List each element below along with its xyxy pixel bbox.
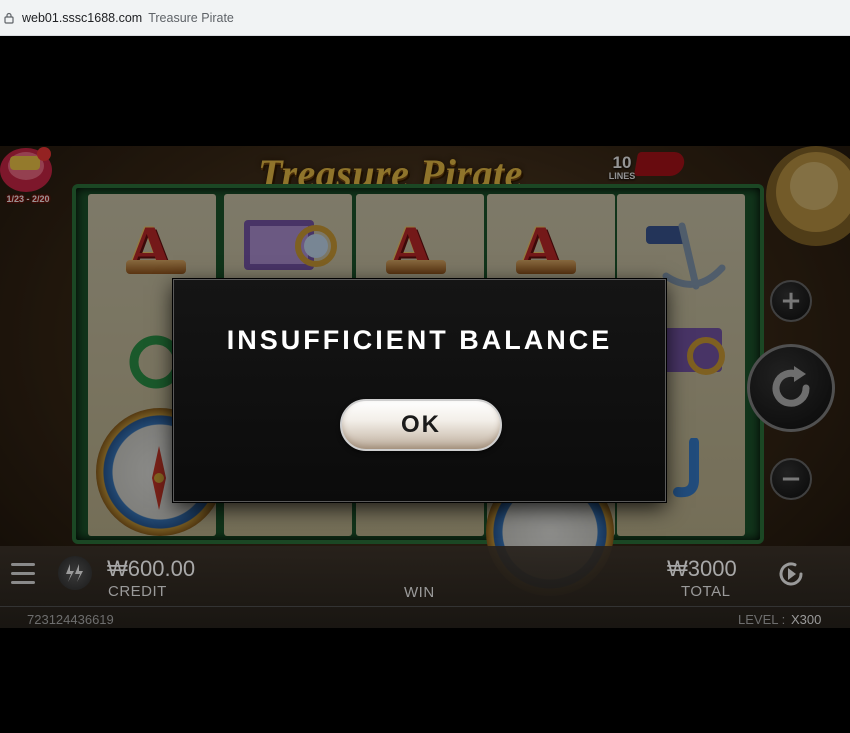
total-bet-amount[interactable]: ₩3000 xyxy=(667,556,737,582)
insufficient-balance-dialog: INSUFFICIENT BALANCE OK xyxy=(173,279,666,502)
lightning-icon xyxy=(66,564,83,582)
hud-divider xyxy=(0,606,850,607)
level-label: LEVEL : xyxy=(738,612,786,627)
credit-amount: ₩600.00 xyxy=(107,556,196,581)
menu-icon[interactable] xyxy=(11,563,35,585)
turbo-button[interactable] xyxy=(58,556,92,590)
credit-label: CREDIT xyxy=(108,583,167,600)
total-bet-label: TOTAL xyxy=(681,583,731,600)
level-value: X300 xyxy=(791,612,822,627)
browser-address-bar[interactable]: web01.sssc1688.com Treasure Pirate xyxy=(0,0,850,36)
dialog-title: INSUFFICIENT BALANCE xyxy=(226,325,613,355)
bottom-hud: ₩600.00 CREDIT WIN ₩3000 TOTAL 723124436… xyxy=(0,546,850,628)
browser-url[interactable]: web01.sssc1688.com xyxy=(22,11,142,25)
browser-tab-title: Treasure Pirate xyxy=(148,10,234,25)
ok-button[interactable]: OK xyxy=(340,399,502,451)
account-id: 723124436619 xyxy=(27,612,114,627)
win-label: WIN xyxy=(404,584,435,601)
lock-icon xyxy=(4,12,14,24)
autoplay-icon[interactable] xyxy=(775,558,807,590)
